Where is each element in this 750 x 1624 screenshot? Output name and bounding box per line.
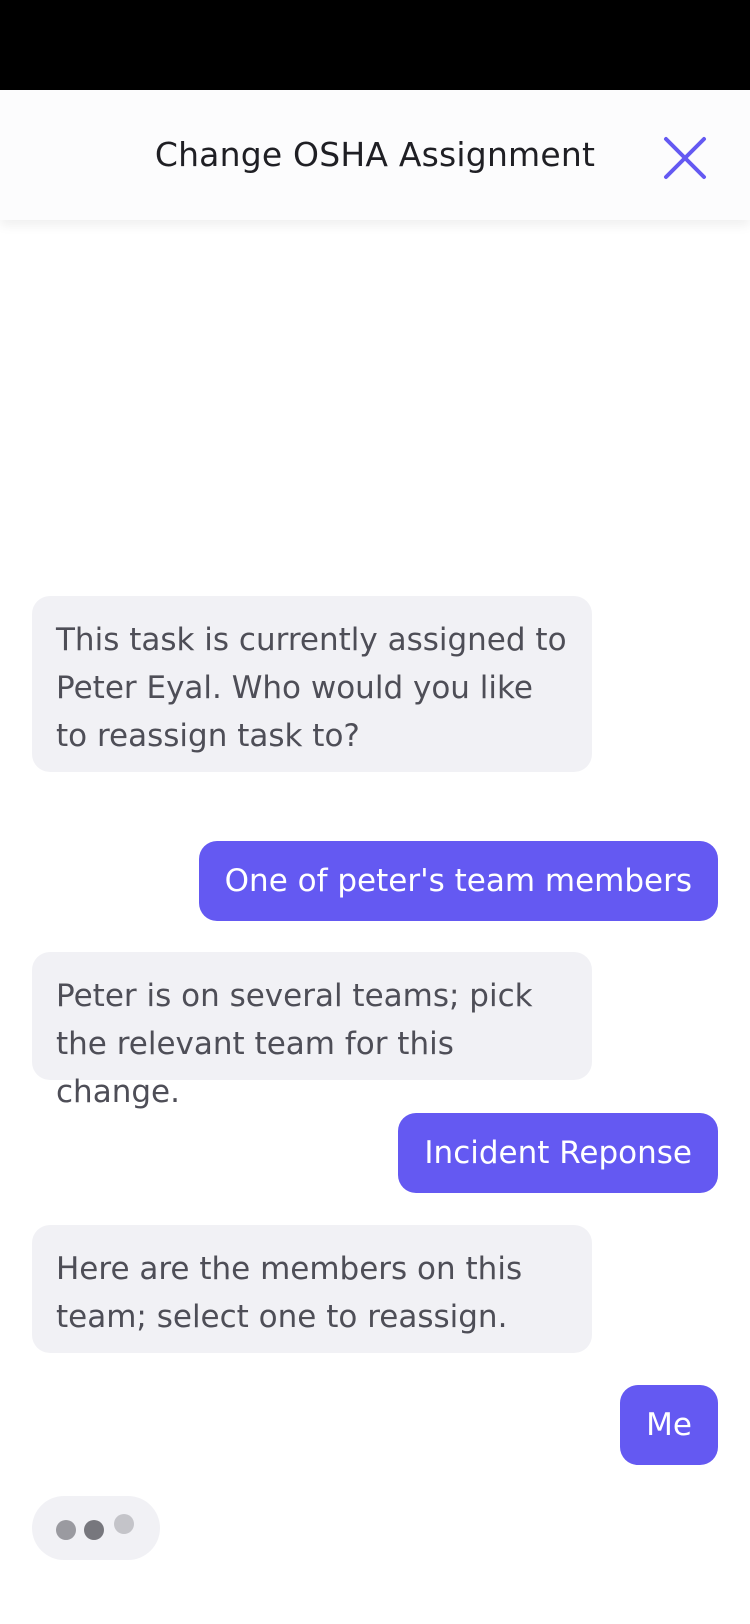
status-bar	[0, 0, 750, 90]
close-button[interactable]	[660, 133, 710, 183]
modal-header: Change OSHA Assignment	[0, 90, 750, 220]
user-message-bubble[interactable]: One of peter's team members	[198, 841, 718, 921]
close-icon	[664, 137, 706, 179]
page-title: Change OSHA Assignment	[154, 135, 596, 174]
bot-message-bubble: This task is currently assigned to Peter…	[32, 596, 592, 772]
typing-dot	[84, 1520, 104, 1540]
user-message-text: Incident Reponse	[424, 1135, 692, 1171]
typing-indicator	[32, 1496, 160, 1560]
bot-message-bubble: Here are the members on this team; selec…	[32, 1225, 592, 1353]
bot-message-text: Peter is on several teams; pick the rele…	[56, 978, 533, 1110]
user-message-bubble[interactable]: Incident Reponse	[398, 1113, 718, 1193]
user-message-text: One of peter's team members	[224, 863, 692, 899]
user-message-bubble[interactable]: Me	[620, 1385, 718, 1465]
bot-message-bubble: Peter is on several teams; pick the rele…	[32, 952, 592, 1110]
typing-dot	[114, 1514, 134, 1534]
bot-message-text: This task is currently assigned to Peter…	[56, 622, 567, 754]
bot-message-text: Here are the members on this team; selec…	[56, 1251, 523, 1335]
user-message-text: Me	[646, 1407, 692, 1443]
typing-dot	[56, 1520, 76, 1540]
